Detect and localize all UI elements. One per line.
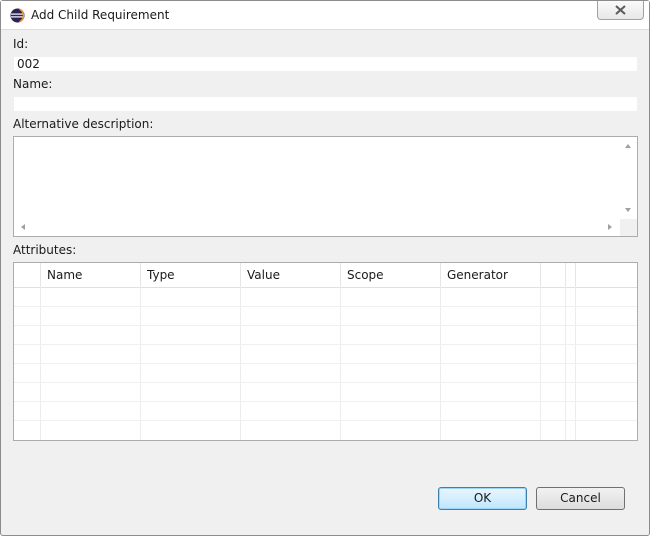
id-field[interactable]: 002 [13, 56, 638, 72]
close-icon [615, 5, 626, 15]
table-row [14, 325, 637, 326]
eclipse-icon [10, 8, 25, 23]
column-header-generator[interactable]: Generator [441, 263, 541, 287]
column-header-name[interactable]: Name [41, 263, 141, 287]
alternative-description-textarea[interactable] [13, 136, 638, 237]
scroll-up-icon[interactable] [625, 144, 631, 148]
attributes-table[interactable]: Name Type Value Scope Generator [13, 262, 638, 441]
scroll-down-icon[interactable] [625, 208, 631, 212]
table-row [14, 382, 637, 383]
scroll-left-icon[interactable] [21, 224, 25, 230]
column-header-extra-1[interactable] [541, 263, 566, 287]
attributes-label: Attributes: [13, 243, 77, 257]
id-label: Id: [13, 37, 29, 51]
title-bar[interactable]: Add Child Requirement [1, 1, 649, 30]
column-header-select[interactable] [14, 263, 41, 287]
table-row [14, 363, 637, 364]
column-header-scope[interactable]: Scope [341, 263, 441, 287]
table-row [14, 306, 637, 307]
cancel-button[interactable]: Cancel [536, 487, 625, 510]
column-header-extra-2[interactable] [566, 263, 576, 287]
table-row [14, 344, 637, 345]
name-field[interactable] [13, 96, 638, 112]
close-button[interactable] [597, 1, 644, 20]
column-header-type[interactable]: Type [141, 263, 241, 287]
table-row [14, 401, 637, 402]
add-child-requirement-dialog: Add Child Requirement Id: 002 Name: Alte… [0, 0, 650, 536]
ok-button[interactable]: OK [438, 487, 527, 510]
scroll-right-icon[interactable] [608, 224, 612, 230]
table-header: Name Type Value Scope Generator [14, 263, 637, 288]
dialog-title: Add Child Requirement [31, 8, 170, 22]
horizontal-scrollbar[interactable] [14, 219, 621, 236]
vertical-scrollbar[interactable] [620, 137, 637, 219]
alternative-description-label: Alternative description: [13, 117, 154, 131]
table-row [14, 420, 637, 421]
scrollbar-corner [620, 219, 637, 236]
column-header-value[interactable]: Value [241, 263, 341, 287]
name-label: Name: [13, 77, 53, 91]
